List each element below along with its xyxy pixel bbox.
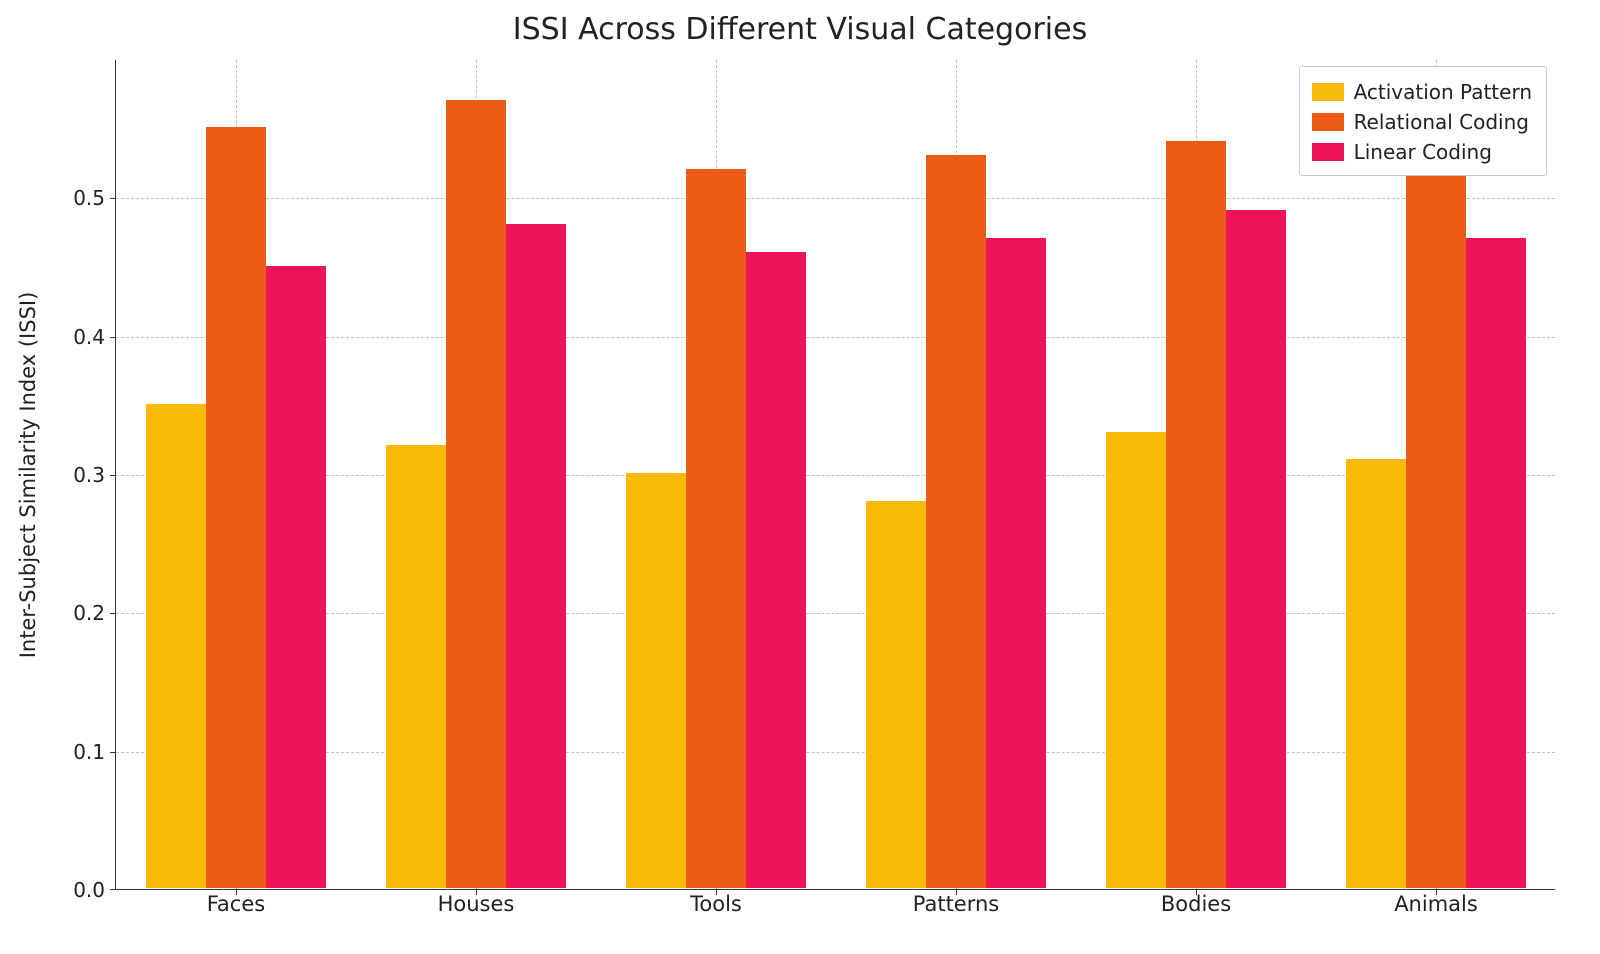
bar-linear [1466,238,1526,888]
xtick-label: Bodies [1116,892,1276,916]
gridline-h [116,198,1555,199]
bar-linear [1226,210,1286,888]
bar-activation [626,473,686,888]
bar-activation [866,501,926,888]
chart-stage: ISSI Across Different Visual Categories … [0,0,1600,954]
gridline-h [116,337,1555,338]
bar-activation [1346,459,1406,888]
bar-linear [266,266,326,889]
xtick-label: Patterns [876,892,1036,916]
legend: Activation Pattern Relational Coding Lin… [1299,66,1547,176]
legend-item: Linear Coding [1312,137,1532,167]
bar-linear [506,224,566,888]
legend-swatch [1312,83,1344,101]
ytick-mark [110,613,116,614]
ytick-mark [110,198,116,199]
ytick-mark [110,337,116,338]
y-axis-label: Inter-Subject Similarity Index (ISSI) [16,292,40,659]
bar-relational [926,155,986,888]
legend-item: Relational Coding [1312,107,1532,137]
ytick-label: 0.5 [45,186,105,210]
bar-linear [986,238,1046,888]
ytick-label: 0.0 [45,878,105,902]
chart-title: ISSI Across Different Visual Categories [0,12,1600,47]
bar-activation [146,404,206,888]
xtick-label: Animals [1356,892,1516,916]
ytick-mark [110,475,116,476]
plot-area: Faces Houses Tools Patterns Bodies Anima… [115,60,1555,890]
gridline-h [116,613,1555,614]
legend-label: Linear Coding [1354,137,1492,167]
bar-activation [1106,432,1166,889]
bar-relational [686,169,746,888]
legend-label: Relational Coding [1354,107,1529,137]
xtick-label: Faces [156,892,316,916]
bar-relational [446,100,506,889]
xtick-label: Tools [636,892,796,916]
bar-activation [386,445,446,888]
legend-swatch [1312,143,1344,161]
bar-linear [746,252,806,888]
gridline-h [116,475,1555,476]
ytick-label: 0.3 [45,463,105,487]
gridline-h [116,752,1555,753]
ytick-label: 0.4 [45,325,105,349]
ytick-label: 0.1 [45,740,105,764]
legend-item: Activation Pattern [1312,77,1532,107]
ytick-mark [110,889,116,890]
legend-swatch [1312,113,1344,131]
xtick-label: Houses [396,892,556,916]
legend-label: Activation Pattern [1354,77,1532,107]
ytick-mark [110,752,116,753]
ytick-label: 0.2 [45,601,105,625]
bar-relational [1406,113,1466,888]
bar-relational [1166,141,1226,888]
bar-relational [206,127,266,888]
